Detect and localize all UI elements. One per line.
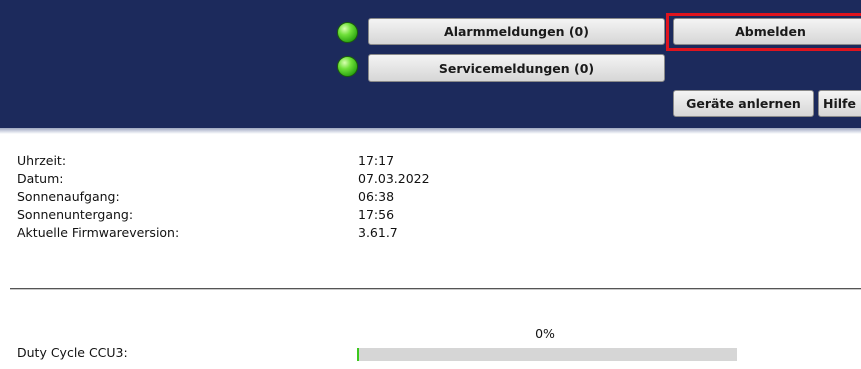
info-value: 17:17	[358, 153, 395, 168]
info-label: Sonnenaufgang:	[17, 189, 120, 204]
header-shadow	[0, 128, 861, 134]
info-label: Datum:	[17, 171, 64, 186]
info-value: 06:38	[358, 189, 395, 204]
info-label: Aktuelle Firmwareversion:	[17, 225, 180, 240]
info-label: Sonnenuntergang:	[17, 207, 134, 222]
logout-button[interactable]: Abmelden	[673, 18, 861, 45]
info-value: 07.03.2022	[358, 171, 430, 186]
info-value: 3.61.7	[358, 225, 398, 240]
duty-cycle-progress-fill	[357, 348, 359, 361]
help-button[interactable]: Hilfe	[818, 90, 861, 117]
alarm-messages-button[interactable]: Alarmmeldungen (0)	[368, 18, 665, 45]
info-value: 17:56	[358, 207, 395, 222]
alarm-status-led-icon	[337, 22, 358, 43]
duty-cycle-percent: 0%	[535, 326, 555, 341]
duty-cycle-progress-bar	[357, 348, 737, 361]
info-label: Uhrzeit:	[17, 153, 67, 168]
duty-cycle-label: Duty Cycle CCU3:	[17, 345, 128, 360]
service-messages-button[interactable]: Servicemeldungen (0)	[368, 54, 665, 82]
pair-devices-button[interactable]: Geräte anlernen	[673, 90, 814, 117]
section-divider	[10, 288, 861, 290]
service-status-led-icon	[337, 56, 358, 77]
